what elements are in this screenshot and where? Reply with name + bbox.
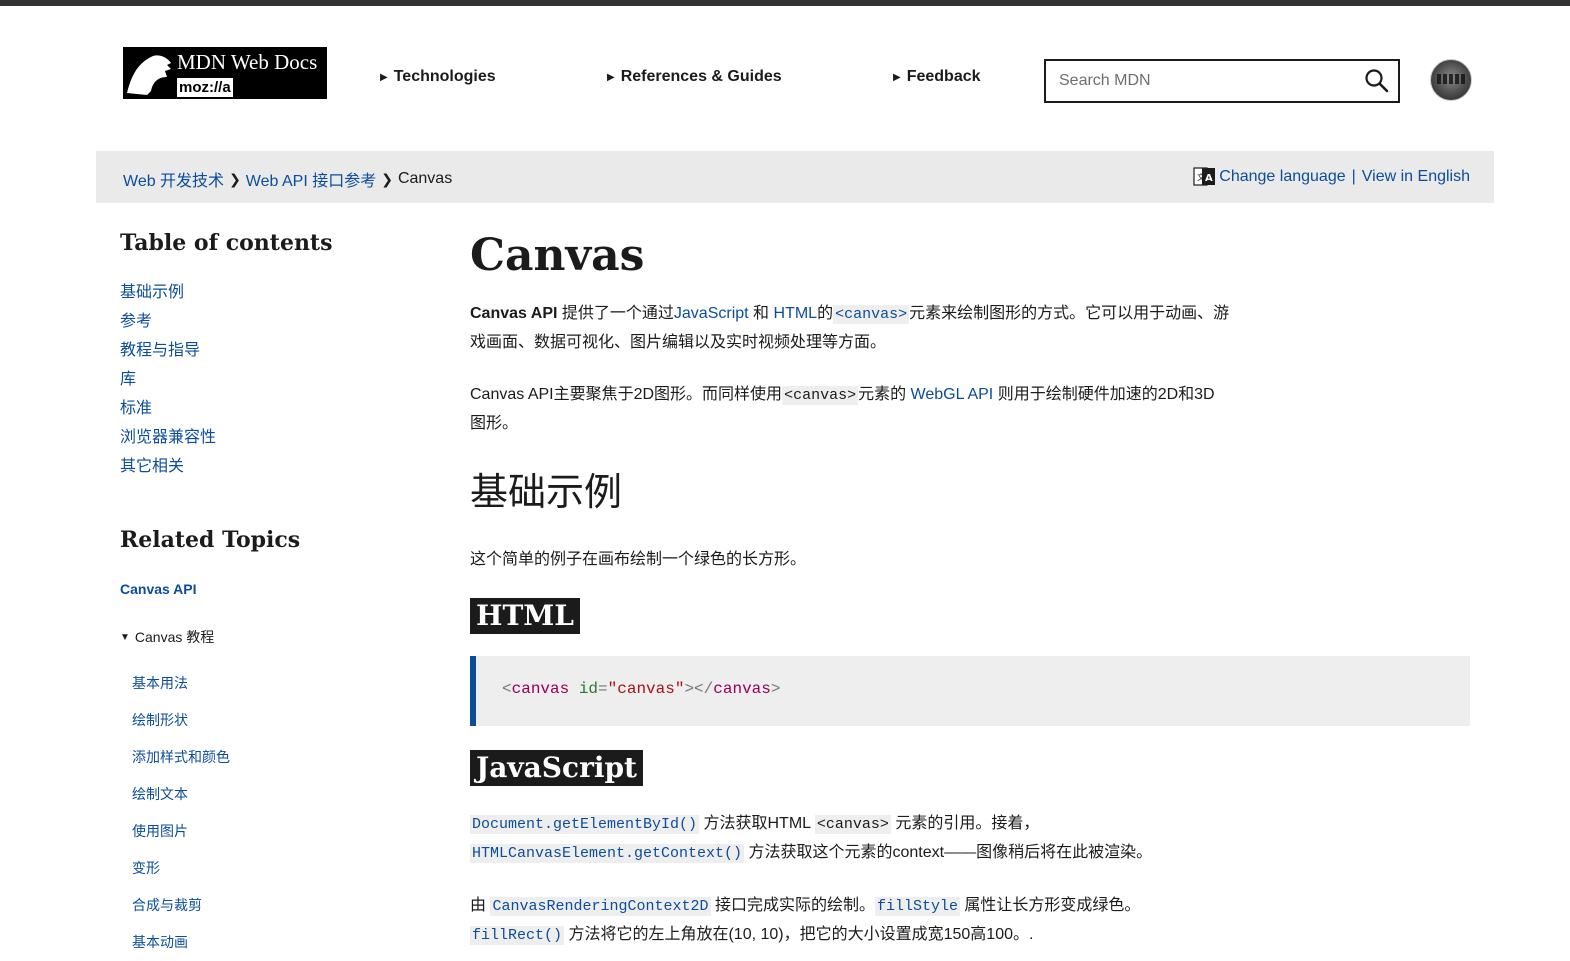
javascript-link[interactable]: JavaScript: [674, 305, 749, 322]
intro-text: 提供了一个通过: [557, 305, 674, 322]
webgl-paragraph: Canvas API主要聚焦于2D图形。而同样使用 <canvas> 元素的 Web…: [470, 381, 1230, 438]
related-canvas-api-link[interactable]: Canvas API: [120, 581, 197, 597]
basic-example-heading: 基础示例: [470, 470, 623, 514]
nav-feedback-label: Feedback: [906, 68, 981, 85]
html-code-block: <canvas id="canvas"></canvas>: [470, 656, 1470, 726]
canvas-code: <canvas>: [814, 815, 891, 834]
breadcrumb-bar: Web 开发技术 ❯ Web API 接口参考 ❯ Canvas 文 A Cha…: [96, 151, 1494, 203]
javascript-heading: JavaScript: [470, 750, 643, 786]
fillstyle-link[interactable]: fillStyle: [874, 897, 960, 916]
basic-example-description: 这个简单的例子在画布绘制一个绿色的长方形。: [470, 551, 807, 568]
search-box: [1044, 59, 1400, 103]
js-paragraph-2: 由 CanvasRenderingContext2D 接口完成实际的绘制。 fil…: [470, 892, 1230, 950]
table-of-contents: 基础示例 参考 教程与指导 库 标准 浏览器兼容性 其它相关: [120, 278, 440, 481]
tutorial-item[interactable]: 绘制形状: [120, 702, 440, 739]
avatar-image: [1437, 74, 1465, 84]
change-language-link[interactable]: Change language: [1219, 168, 1345, 186]
toc-item[interactable]: 参考: [120, 307, 440, 336]
toc-item[interactable]: 浏览器兼容性: [120, 423, 440, 452]
html-heading: HTML: [470, 598, 580, 634]
toc-item[interactable]: 库: [120, 365, 440, 394]
nav-technologies[interactable]: ▶ Technologies: [380, 68, 496, 86]
js-paragraph-1: Document.getElementById() 方法获取HTML <canv…: [470, 810, 1230, 868]
nav-feedback[interactable]: ▶ Feedback: [893, 68, 981, 86]
triangle-right-icon: ▶: [380, 71, 388, 83]
canvas-tutorial-label: Canvas 教程: [134, 629, 215, 645]
toc-title: Table of contents: [120, 230, 333, 256]
tutorial-item[interactable]: 基本用法: [120, 665, 440, 702]
search-input[interactable]: [1046, 61, 1359, 101]
para-text: Canvas API主要聚焦于2D图形。而同样使用: [470, 386, 783, 403]
breadcrumb-web-api[interactable]: Web API 接口参考: [246, 167, 376, 191]
tutorial-item[interactable]: 变形: [120, 850, 440, 887]
triangle-right-icon: ▶: [607, 71, 615, 83]
para-text: 元素的引用。接着，: [890, 815, 1040, 832]
view-in-english-link[interactable]: View in English: [1362, 168, 1470, 186]
getcontext-link[interactable]: HTMLCanvasElement.getContext(): [470, 844, 745, 863]
code-value: "canvas": [607, 680, 685, 698]
para-text: 由: [470, 897, 491, 914]
nav-references-label: References & Guides: [620, 68, 782, 85]
breadcrumb: Web 开发技术 ❯ Web API 接口参考 ❯ Canvas: [123, 167, 452, 191]
triangle-right-icon: ▶: [893, 71, 901, 83]
nav-technologies-label: Technologies: [393, 68, 496, 85]
toc-item[interactable]: 基础示例: [120, 278, 440, 307]
translate-icon: 文 A: [1193, 167, 1216, 186]
logo-title: MDN Web Docs: [177, 50, 318, 74]
canvas-tutorial-toggle[interactable]: ▼ Canvas 教程: [120, 627, 440, 647]
tutorial-item[interactable]: 基本动画: [120, 924, 440, 961]
para-text: 方法获取这个元素的context——图像稍后将在此被渲染。: [744, 844, 1153, 861]
para-text: 方法将它的左上角放在(10, 10)，把它的大小设置成宽150高100。.: [564, 926, 1034, 943]
breadcrumb-web-tech[interactable]: Web 开发技术: [123, 167, 224, 191]
mdn-dinosaur-icon: [123, 47, 177, 99]
webgl-api-link[interactable]: WebGL API: [911, 386, 994, 403]
canvas-element-link[interactable]: <canvas>: [833, 305, 910, 324]
intro-strong: Canvas API: [470, 305, 558, 322]
para-text: 接口完成实际的绘制。: [710, 897, 875, 914]
language-switcher: 文 A Change language | View in English: [1193, 165, 1470, 189]
para-text: 元素的: [858, 386, 911, 403]
sidebar: Table of contents 基础示例 参考 教程与指导 库 标准 浏览器…: [120, 230, 440, 961]
mozilla-wordmark: moz://a: [177, 78, 233, 97]
mdn-logo[interactable]: MDN Web Docs moz://a: [123, 47, 327, 99]
intro-text: 和: [748, 305, 774, 322]
intro-paragraph: Canvas API 提供了一个通过JavaScript 和 HTML的 <can…: [470, 300, 1230, 357]
svg-text:A: A: [1205, 173, 1213, 184]
code-attr: id: [578, 680, 599, 698]
language-separator: |: [1351, 168, 1356, 185]
article: Canvas Canvas API 提供了一个通过JavaScript 和 HT…: [470, 228, 1470, 950]
getelementbyid-link[interactable]: Document.getElementById(): [470, 815, 700, 834]
tutorial-item[interactable]: 合成与裁剪: [120, 887, 440, 924]
canvasrenderingcontext2d-link[interactable]: CanvasRenderingContext2D: [490, 897, 711, 916]
triangle-down-icon: ▼: [120, 631, 130, 643]
para-text: 属性让长方形变成绿色。: [959, 897, 1141, 914]
code-close-tag: canvas: [713, 680, 771, 698]
related-topics-title: Related Topics: [120, 527, 301, 553]
html-link[interactable]: HTML: [774, 305, 818, 322]
chevron-right-icon: ❯: [381, 170, 393, 187]
canvas-code: <canvas>: [782, 386, 859, 405]
user-avatar[interactable]: [1430, 59, 1472, 101]
tutorial-item[interactable]: 使用图片: [120, 813, 440, 850]
toc-item[interactable]: 其它相关: [120, 452, 440, 481]
search-icon[interactable]: [1364, 68, 1390, 94]
tutorial-item[interactable]: 添加样式和颜色: [120, 739, 440, 776]
fillrect-link[interactable]: fillRect(): [470, 926, 565, 945]
tutorial-item[interactable]: 绘制文本: [120, 776, 440, 813]
toc-item[interactable]: 教程与指导: [120, 336, 440, 365]
code-tag: canvas: [511, 680, 570, 698]
chevron-right-icon: ❯: [229, 170, 241, 187]
intro-text: 的: [817, 305, 834, 322]
tutorial-list: 基本用法 绘制形状 添加样式和颜色 绘制文本 使用图片 变形 合成与裁剪 基本动…: [120, 665, 440, 961]
breadcrumb-current: Canvas: [397, 170, 453, 187]
page-title: Canvas: [470, 230, 645, 281]
para-text: 方法获取HTML: [699, 815, 815, 832]
top-border: [0, 0, 1570, 6]
nav-references-guides[interactable]: ▶ References & Guides: [607, 68, 782, 86]
svg-text:文: 文: [1197, 172, 1205, 182]
toc-item[interactable]: 标准: [120, 394, 440, 423]
